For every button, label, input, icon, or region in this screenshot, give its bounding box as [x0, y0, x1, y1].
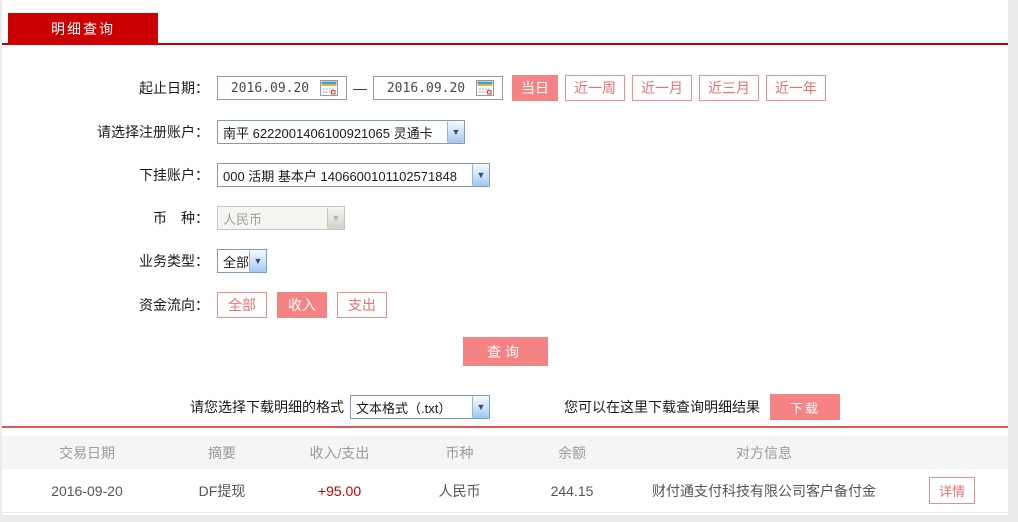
- quick-range-week-button[interactable]: 近一周: [565, 75, 625, 101]
- currency-value: 人民币: [223, 211, 263, 227]
- fund-flow-row: 资金流向： 全部 收入 支出: [2, 292, 1008, 318]
- calendar-icon[interactable]: [476, 80, 494, 96]
- register-account-value: 南平 6222001406100921065 灵通卡: [223, 125, 433, 141]
- main-panel: 明细查询 起止日期： 2016.09.20 — 2016.09.20 当日 近一…: [2, 0, 1008, 515]
- start-date-input[interactable]: [220, 78, 320, 98]
- date-range-row: 起止日期： —: [2, 75, 1008, 101]
- quick-range-quarter-button[interactable]: 近三月: [699, 75, 759, 101]
- query-form: 起止日期： —: [2, 45, 1008, 420]
- chevron-down-icon: ▼: [249, 250, 266, 272]
- fund-flow-label: 资金流向：: [139, 297, 209, 313]
- quick-range-month-button[interactable]: 近一月: [632, 75, 692, 101]
- cell-balance: 244.15: [550, 482, 594, 499]
- header-summary: 摘要: [208, 444, 236, 461]
- chevron-down-icon: ▼: [447, 121, 464, 143]
- business-type-label: 业务类型：: [139, 253, 209, 269]
- cell-action: 详情: [896, 477, 1008, 504]
- currency-label: 币 种：: [153, 210, 209, 226]
- download-format-select[interactable]: 文本格式（.txt） ▼: [350, 395, 490, 419]
- end-date-input[interactable]: [376, 78, 476, 98]
- chevron-down-icon: ▼: [327, 207, 344, 229]
- sub-account-value: 000 活期 基本户 1406600101102571848: [223, 168, 457, 184]
- sub-account-row: 下挂账户： 000 活期 基本户 1406600101102571848 ▼: [2, 163, 1008, 187]
- sub-account-select[interactable]: 000 活期 基本户 1406600101102571848 ▼: [217, 163, 490, 187]
- cell-counterparty: 财付通支付科技有限公司客户备付金: [652, 482, 876, 499]
- register-account-row: 请选择注册账户： 南平 6222001406100921065 灵通卡 ▼: [2, 120, 1008, 144]
- header-currency: 币种: [445, 444, 474, 461]
- register-account-select[interactable]: 南平 6222001406100921065 灵通卡 ▼: [217, 120, 465, 144]
- end-date-field[interactable]: [373, 76, 503, 100]
- quick-range-today-button[interactable]: 当日: [512, 75, 558, 101]
- calendar-icon[interactable]: [320, 80, 338, 96]
- cell-transaction-date: 2016-09-20: [51, 482, 123, 499]
- header-transaction-date: 交易日期: [59, 444, 115, 461]
- start-date-field[interactable]: [217, 76, 347, 100]
- currency-select: 人民币 ▼: [217, 206, 345, 230]
- fund-flow-income-button[interactable]: 收入: [277, 292, 327, 318]
- detail-button[interactable]: 详情: [928, 477, 975, 504]
- header-counterparty: 对方信息: [736, 444, 792, 461]
- download-button[interactable]: 下载: [770, 394, 840, 420]
- date-range-label: 起止日期：: [139, 80, 209, 96]
- download-row: 请您选择下载明细的格式 文本格式（.txt） ▼ 您可以在这里下载查询明细结果 …: [190, 394, 1008, 420]
- query-button[interactable]: 查询: [462, 337, 548, 366]
- date-separator: —: [353, 80, 367, 96]
- quick-range-buttons: 当日 近一周 近一月 近三月 近一年: [512, 75, 833, 101]
- table-top-divider: [2, 426, 1008, 428]
- sub-account-label: 下挂账户：: [139, 167, 209, 183]
- chevron-down-icon: ▼: [472, 396, 489, 418]
- download-format-value: 文本格式（.txt）: [356, 400, 452, 416]
- business-type-select[interactable]: 全部 ▼: [217, 249, 267, 273]
- business-type-value: 全部: [223, 254, 249, 270]
- cell-income-expense: +95.00: [317, 482, 362, 499]
- cell-currency: 人民币: [438, 482, 481, 499]
- tab-detail-query[interactable]: 明细查询: [8, 13, 158, 45]
- currency-row: 币 种： 人民币 ▼: [2, 206, 1008, 230]
- download-format-label: 请您选择下载明细的格式: [190, 399, 344, 415]
- header-balance: 余额: [558, 444, 586, 461]
- fund-flow-expense-button[interactable]: 支出: [337, 292, 387, 318]
- tab-bar: 明细查询: [2, 0, 1008, 45]
- business-type-row: 业务类型： 全部 ▼: [2, 249, 1008, 273]
- cell-summary: DF提现: [198, 482, 246, 499]
- header-income-expense: 收入/支出: [309, 444, 370, 461]
- download-hint: 您可以在这里下载查询明细结果: [564, 399, 760, 415]
- fund-flow-all-button[interactable]: 全部: [217, 292, 267, 318]
- table-row: 2016-09-20 DF提现 +95.00 人民币 244.15 财付通支付科…: [2, 469, 1008, 513]
- table-header-row: 交易日期 摘要 收入/支出 币种 余额 对方信息: [2, 436, 1008, 469]
- chevron-down-icon: ▼: [472, 164, 489, 186]
- register-account-label: 请选择注册账户：: [97, 124, 209, 140]
- quick-range-year-button[interactable]: 近一年: [766, 75, 826, 101]
